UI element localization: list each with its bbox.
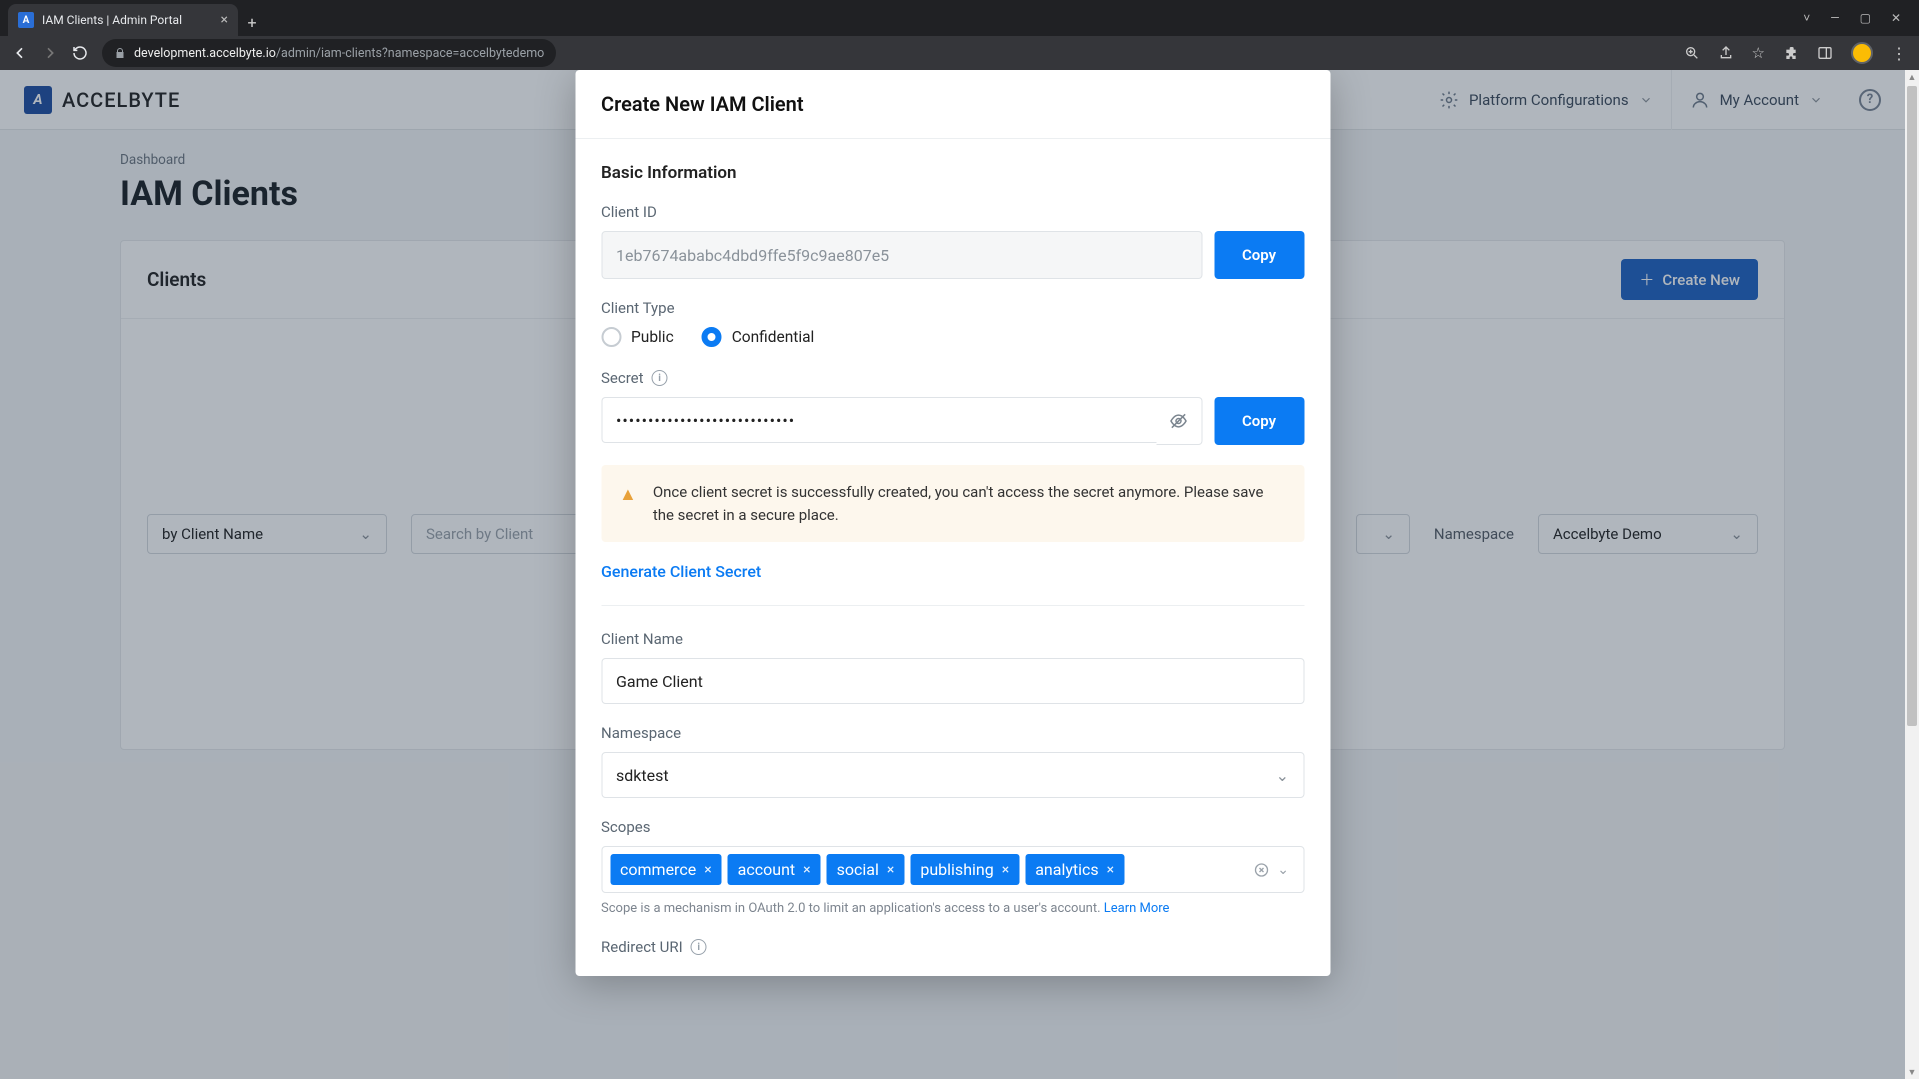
- kebab-menu-icon[interactable]: ⋮: [1891, 44, 1907, 63]
- scope-tag-label: publishing: [920, 860, 993, 879]
- scope-tag[interactable]: analytics ×: [1025, 854, 1124, 885]
- maximize-icon[interactable]: ▢: [1860, 11, 1871, 25]
- scrollbar-thumb[interactable]: [1907, 86, 1917, 726]
- back-icon[interactable]: [12, 45, 28, 61]
- radio-confidential[interactable]: Confidential: [702, 327, 815, 347]
- client-id-label: Client ID: [601, 203, 1304, 221]
- secret-field[interactable]: [601, 397, 1156, 443]
- favicon: A: [18, 12, 34, 28]
- browser-toolbar: development.accelbyte.io/admin/iam-clien…: [0, 36, 1919, 70]
- toggle-secret-visibility[interactable]: [1156, 397, 1202, 445]
- sidepanel-icon[interactable]: [1817, 45, 1833, 61]
- redirect-uri-label: Redirect URI i: [601, 938, 1304, 956]
- scope-tag-label: commerce: [620, 860, 696, 879]
- chevron-down-icon: ⌄: [1276, 766, 1289, 785]
- zoom-icon[interactable]: [1684, 45, 1700, 61]
- info-icon[interactable]: i: [691, 939, 707, 955]
- window-controls: ˅ — ▢ ✕: [1785, 0, 1919, 36]
- scopes-input[interactable]: commerce×account×social×publishing×analy…: [601, 846, 1304, 893]
- bookmark-icon[interactable]: ☆: [1752, 44, 1765, 62]
- secret-label: Secret i: [601, 369, 1304, 387]
- warning-icon: ▲: [619, 481, 637, 526]
- scroll-down-icon[interactable]: ▼: [1905, 1065, 1919, 1079]
- chevron-down-icon[interactable]: ⌄: [1277, 862, 1289, 878]
- scope-tag[interactable]: account ×: [728, 854, 821, 885]
- browser-tab[interactable]: A IAM Clients | Admin Portal ×: [8, 4, 238, 36]
- scope-tag[interactable]: commerce ×: [610, 854, 722, 885]
- client-type-label: Client Type: [601, 299, 1304, 317]
- radio-public[interactable]: Public: [601, 327, 674, 347]
- remove-tag-icon[interactable]: ×: [1107, 862, 1114, 878]
- close-tab-icon[interactable]: ×: [221, 12, 228, 28]
- namespace-value: sdktest: [616, 766, 669, 785]
- scope-tag[interactable]: publishing ×: [910, 854, 1019, 885]
- radio-confidential-label: Confidential: [732, 328, 815, 346]
- client-name-label: Client Name: [601, 630, 1304, 648]
- remove-tag-icon[interactable]: ×: [887, 862, 894, 878]
- scope-tag-label: analytics: [1035, 860, 1098, 879]
- page-viewport: A ACCELBYTE Platform Configurations My A…: [0, 70, 1905, 1079]
- vertical-scrollbar[interactable]: ▲ ▼: [1905, 70, 1919, 1079]
- scopes-label: Scopes: [601, 818, 1304, 836]
- address-bar[interactable]: development.accelbyte.io/admin/iam-clien…: [102, 39, 556, 67]
- clear-all-icon[interactable]: [1253, 862, 1269, 878]
- scope-tag-label: social: [837, 860, 879, 879]
- forward-icon[interactable]: [42, 45, 58, 61]
- tab-title: IAM Clients | Admin Portal: [42, 13, 182, 27]
- minimize-icon[interactable]: —: [1830, 11, 1839, 25]
- reload-icon[interactable]: [72, 45, 88, 61]
- url-text: development.accelbyte.io/admin/iam-clien…: [134, 46, 544, 61]
- lock-icon: [114, 47, 126, 59]
- scopes-helper: Scope is a mechanism in OAuth 2.0 to lim…: [601, 901, 1304, 916]
- generate-secret-link[interactable]: Generate Client Secret: [601, 562, 1304, 581]
- create-iam-client-modal: Create New IAM Client Basic Information …: [575, 70, 1330, 976]
- radio-public-label: Public: [631, 328, 674, 346]
- client-name-field[interactable]: [601, 658, 1304, 704]
- warning-text: Once client secret is successfully creat…: [653, 481, 1286, 526]
- profile-avatar[interactable]: [1851, 42, 1873, 64]
- browser-tab-strip: A IAM Clients | Admin Portal × + ˅ — ▢ ✕: [0, 0, 1919, 36]
- copy-client-id-button[interactable]: Copy: [1214, 231, 1304, 279]
- remove-tag-icon[interactable]: ×: [803, 862, 810, 878]
- eye-off-icon: [1169, 411, 1189, 431]
- divider: [601, 605, 1304, 606]
- remove-tag-icon[interactable]: ×: [704, 862, 711, 878]
- share-icon[interactable]: [1718, 45, 1734, 61]
- remove-tag-icon[interactable]: ×: [1002, 862, 1009, 878]
- learn-more-link[interactable]: Learn More: [1104, 901, 1170, 916]
- namespace-select[interactable]: sdktest ⌄: [601, 752, 1304, 798]
- scope-tag[interactable]: social ×: [827, 854, 905, 885]
- extensions-icon[interactable]: [1783, 45, 1799, 61]
- basic-info-heading: Basic Information: [601, 163, 1304, 183]
- radio-dot: [601, 327, 621, 347]
- modal-title: Create New IAM Client: [601, 92, 1304, 116]
- close-window-icon[interactable]: ✕: [1891, 11, 1901, 25]
- scroll-up-icon[interactable]: ▲: [1905, 70, 1919, 84]
- client-id-field: 1eb7674ababc4dbd9ffe5f9c9ae807e5: [601, 231, 1202, 279]
- radio-dot: [702, 327, 722, 347]
- secret-warning: ▲ Once client secret is successfully cre…: [601, 465, 1304, 542]
- new-tab-button[interactable]: +: [238, 8, 266, 36]
- scope-tag-label: account: [738, 860, 795, 879]
- namespace-label: Namespace: [601, 724, 1304, 742]
- chevron-down-icon[interactable]: ˅: [1803, 11, 1810, 25]
- info-icon[interactable]: i: [652, 370, 668, 386]
- copy-secret-button[interactable]: Copy: [1214, 397, 1304, 445]
